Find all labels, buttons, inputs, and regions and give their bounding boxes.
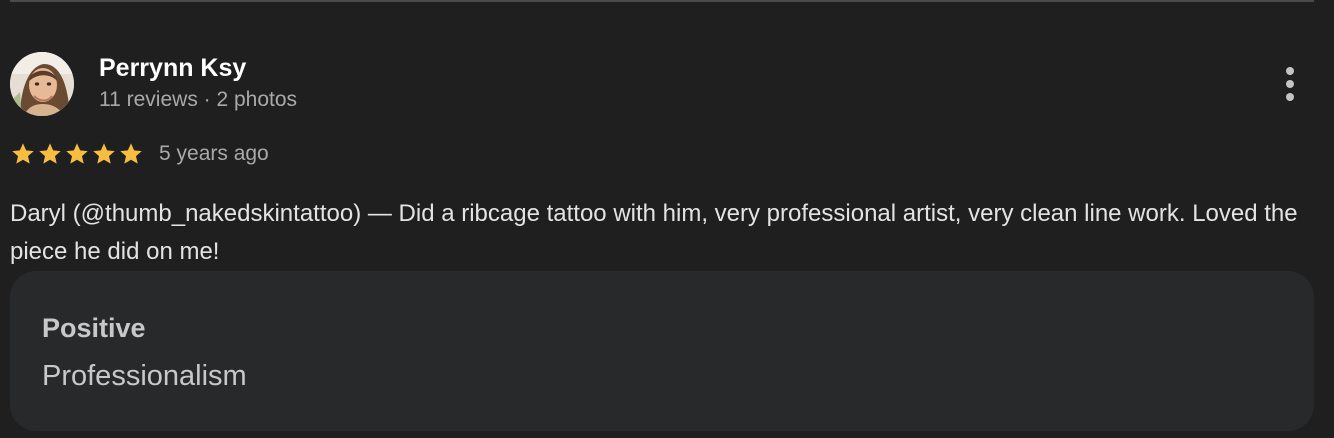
star-icon	[37, 141, 63, 167]
review-date: 5 years ago	[159, 142, 269, 165]
rating-row: 5 years ago	[10, 139, 269, 169]
avatar[interactable]	[10, 52, 74, 116]
review-summary-card: Positive Professionalism	[10, 271, 1314, 431]
divider	[10, 0, 1314, 2]
more-options-button[interactable]	[1272, 62, 1308, 106]
star-rating	[10, 139, 145, 169]
review-page: Perrynn Ksy 11 reviews · 2 photos 5 year…	[0, 0, 1334, 438]
summary-label: Positive	[42, 313, 146, 343]
star-icon	[118, 141, 144, 167]
star-icon	[91, 141, 117, 167]
author-name[interactable]: Perrynn Ksy	[99, 53, 246, 83]
star-icon	[64, 141, 90, 167]
review-text: Daryl (@thumb_nakedskintattoo) — Did a r…	[10, 200, 1298, 265]
author-meta: 11 reviews · 2 photos	[99, 88, 298, 111]
star-icon	[10, 141, 36, 167]
summary-value: Professionalism	[42, 360, 247, 392]
